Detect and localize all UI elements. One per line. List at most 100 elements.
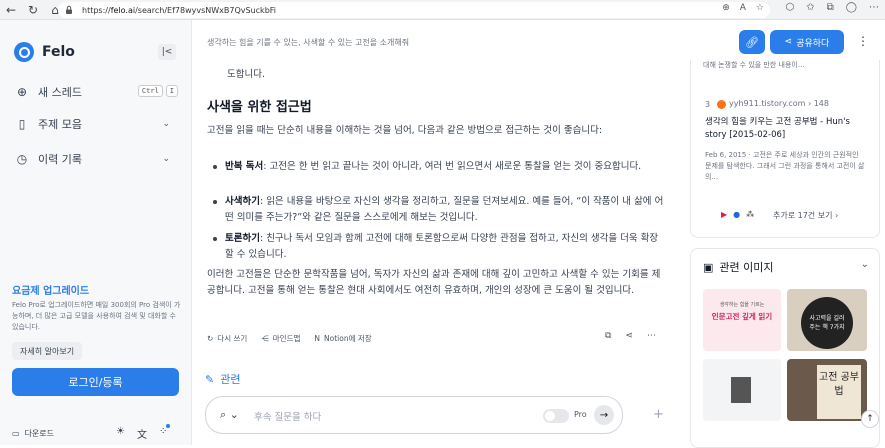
related-images-card: ▣ 관련 이미지 ⌄ 생각하는 힘을 기르는 인문고전 깊게 읽기 사고력을 길… bbox=[690, 248, 880, 448]
download-link[interactable]: ▭ 다운로드 bbox=[12, 428, 54, 439]
list-item: 사색하기: 읽은 내용을 바탕으로 자신의 생각을 정리하고, 질문을 던져보세… bbox=[213, 194, 665, 226]
reload-icon[interactable]: ↻ bbox=[22, 0, 44, 20]
answer-actions: ↻ 다시 쓰기 ⋲ 마인드맵 N Notion에 저장 bbox=[207, 333, 372, 344]
i-key: I bbox=[165, 85, 178, 97]
pro-label: Pro bbox=[574, 410, 587, 419]
sidebar-item-topics[interactable]: ▯ 주제 모음 ⌄ bbox=[14, 113, 184, 135]
bullet-term: 반복 독서 bbox=[225, 161, 264, 172]
related-section-title: ✎ 관련 bbox=[205, 371, 240, 387]
felo-logo-icon bbox=[14, 42, 34, 62]
bullet-term: 사색하기 bbox=[225, 196, 260, 207]
thumb-caption: 생각하는 힘을 기르는 bbox=[719, 302, 765, 308]
sidebar: Felo |< ⊕ 새 스레드 Ctrl I ▯ 주제 모음 ⌄ ◷ 이력 기록… bbox=[0, 20, 192, 445]
thumb-title: 사고력을 길러주는 책 7가지 bbox=[809, 315, 845, 331]
notion-icon: N bbox=[314, 334, 321, 343]
mindmap-button[interactable]: ⋲ 마인드맵 bbox=[261, 333, 300, 344]
more-horizontal-icon[interactable]: ⋯ bbox=[647, 331, 656, 341]
url-text: https://felo.ai/search/Ef78wyvsNWxB7QvSu… bbox=[82, 5, 277, 15]
section-heading: 사색을 위한 접근법 bbox=[207, 100, 312, 115]
list-item: 토론하기: 친구나 독서 모임과 함께 고전에 대해 토론함으로써 다양한 관점… bbox=[213, 231, 665, 263]
rewrite-button[interactable]: ↻ 다시 쓰기 bbox=[207, 333, 247, 344]
site-favicon-icon bbox=[717, 100, 726, 109]
extensions-icon[interactable]: ⬡ bbox=[786, 2, 795, 13]
ctrl-key: Ctrl bbox=[137, 85, 163, 97]
apps-grid-icon[interactable]: ⁘ bbox=[159, 424, 171, 441]
show-more-sources[interactable]: 추가로 17건 보기 › bbox=[773, 210, 838, 221]
follow-up-input[interactable]: ⌕ ⌄ 후속 질문을 하다 Pro → bbox=[205, 396, 623, 434]
source-favicons: ▶ ● ⁂ bbox=[721, 210, 754, 219]
image-thumbnail[interactable] bbox=[703, 359, 781, 421]
rewrite-icon: ↻ bbox=[207, 334, 214, 343]
read-aloud-icon[interactable]: A bbox=[740, 3, 746, 13]
back-icon[interactable]: ← bbox=[0, 0, 22, 20]
lock-icon bbox=[66, 5, 72, 14]
bullet-text: : 친구나 독서 모임과 함께 고전에 대해 토론함으로써 다양한 관점을 접하… bbox=[225, 233, 659, 260]
answer-secondary-actions: ⧉ ⋖ ⋯ bbox=[605, 331, 656, 341]
site-icon: ● bbox=[733, 210, 741, 219]
pro-toggle[interactable] bbox=[543, 409, 569, 423]
related-label: 관련 bbox=[220, 373, 241, 386]
share-icon[interactable]: ⋖ bbox=[625, 331, 633, 341]
search-icon: ⌕ ⌄ bbox=[220, 408, 239, 421]
chevron-down-icon[interactable]: ⌄ bbox=[861, 259, 869, 270]
share-icon: ⋖ bbox=[784, 37, 793, 47]
mindmap-label: 마인드맵 bbox=[272, 334, 301, 343]
copy-link-button[interactable]: 🔗︎ bbox=[739, 30, 765, 54]
list-item: 반복 독서: 고전은 한 번 읽고 끝나는 것이 아니라, 여러 번 읽으면서 … bbox=[213, 159, 665, 175]
brand-logo[interactable]: Felo bbox=[14, 42, 75, 62]
share-button[interactable]: ⋖ 공유하다 bbox=[770, 30, 844, 54]
download-label: 다운로드 bbox=[24, 429, 55, 438]
favorites-icon[interactable]: ✩ bbox=[806, 2, 814, 13]
image-thumbnail[interactable]: 고전 공부법 bbox=[787, 359, 867, 421]
thumb-title: 인문고전 깊게 읽기 bbox=[711, 312, 773, 321]
profile-icon[interactable]: ◯ bbox=[846, 2, 857, 13]
source-snippet: Feb 6, 2015 · 고전은 주로 세상과 인간의 근원적인 문제를 탐색… bbox=[705, 151, 865, 181]
rewrite-label: 다시 쓰기 bbox=[217, 334, 248, 343]
notion-save-button[interactable]: N Notion에 저장 bbox=[314, 333, 371, 344]
chevron-down-icon: ⌄ bbox=[162, 154, 170, 164]
shortcut-hint: Ctrl I bbox=[137, 85, 178, 97]
address-bar[interactable]: https://felo.ai/search/Ef78wyvsNWxB7QvSu… bbox=[58, 2, 770, 18]
language-icon[interactable]: 文 bbox=[137, 426, 147, 441]
source-title[interactable]: 생각의 힘을 키우는 고전 공부법 - Hun's story [2015-02… bbox=[705, 116, 865, 142]
collections-icon[interactable]: ⧉ bbox=[827, 2, 834, 13]
scroll-to-top-button[interactable]: ↑ bbox=[861, 410, 879, 428]
notion-label: Notion에 저장 bbox=[324, 334, 372, 343]
source-site[interactable]: yyh911.tistory.com › 148 bbox=[729, 99, 829, 108]
download-icon: ▭ bbox=[12, 429, 20, 438]
sidebar-item-label: 이력 기록 bbox=[38, 153, 82, 166]
favorite-star-icon[interactable]: ☆ bbox=[756, 3, 764, 13]
upgrade-title: 요금제 업그레이드 bbox=[12, 286, 90, 297]
image-thumbnail[interactable]: 사고력을 길러주는 책 7가지 bbox=[787, 289, 867, 351]
browser-menu-icon[interactable]: ⋯ bbox=[869, 2, 879, 13]
conclusion-paragraph: 이러한 고전들은 단순한 문학작품을 넘어, 독자가 자신의 삶과 존재에 대해… bbox=[207, 269, 661, 296]
chevron-down-icon: ⌄ bbox=[162, 119, 170, 129]
add-icon[interactable]: + bbox=[653, 407, 664, 422]
source-snippet: 대해 논쟁할 수 있을 만한 내용이... bbox=[703, 61, 805, 69]
youtube-icon: ▶ bbox=[721, 210, 728, 219]
brand-name: Felo bbox=[42, 44, 75, 60]
sidebar-item-history[interactable]: ◷ 이력 기록 ⌄ bbox=[14, 148, 184, 170]
arrow-up-icon: ↑ bbox=[866, 414, 874, 424]
theme-sun-icon[interactable]: ☀ bbox=[116, 426, 125, 441]
more-options-icon[interactable]: ⋮ bbox=[857, 34, 869, 48]
image-thumbnail[interactable]: 생각하는 힘을 기르는 인문고전 깊게 읽기 bbox=[703, 289, 781, 351]
history-icon: ◷ bbox=[16, 152, 28, 166]
plus-circle-icon: ⊕ bbox=[16, 85, 28, 99]
sidebar-item-label: 새 스레드 bbox=[38, 86, 82, 99]
answer-panel: 도합니다. 사색을 위한 접근법 고전을 읽을 때는 단순히 내용을 이해하는 … bbox=[193, 60, 683, 445]
login-button[interactable]: 로그인/등록 bbox=[12, 368, 179, 396]
collapse-sidebar-button[interactable]: |< bbox=[158, 44, 176, 60]
bullet-text: : 고전은 한 번 읽고 끝나는 것이 아니라, 여러 번 읽으면서 새로운 통… bbox=[263, 161, 642, 172]
thumb-title: 고전 공부법 bbox=[819, 372, 859, 397]
copy-icon[interactable]: ⧉ bbox=[605, 331, 611, 341]
bullet-term: 토론하기 bbox=[225, 233, 260, 244]
sidebar-footer: ▭ 다운로드 ☀ 文 ⁘ bbox=[12, 424, 182, 441]
upgrade-description: Felo Pro로 업그레이드하면 매일 300회의 Pro 검색이 가능하며,… bbox=[12, 301, 181, 331]
learn-more-button[interactable]: 자세히 알아보기 bbox=[12, 342, 83, 360]
sidebar-item-new-thread[interactable]: ⊕ 새 스레드 Ctrl I bbox=[14, 81, 184, 103]
related-images-title: ▣ 관련 이미지 bbox=[703, 259, 774, 275]
zoom-icon[interactable]: ⊕ bbox=[722, 3, 730, 13]
send-button[interactable]: → bbox=[594, 405, 614, 425]
site-icon: ⁂ bbox=[746, 210, 755, 219]
